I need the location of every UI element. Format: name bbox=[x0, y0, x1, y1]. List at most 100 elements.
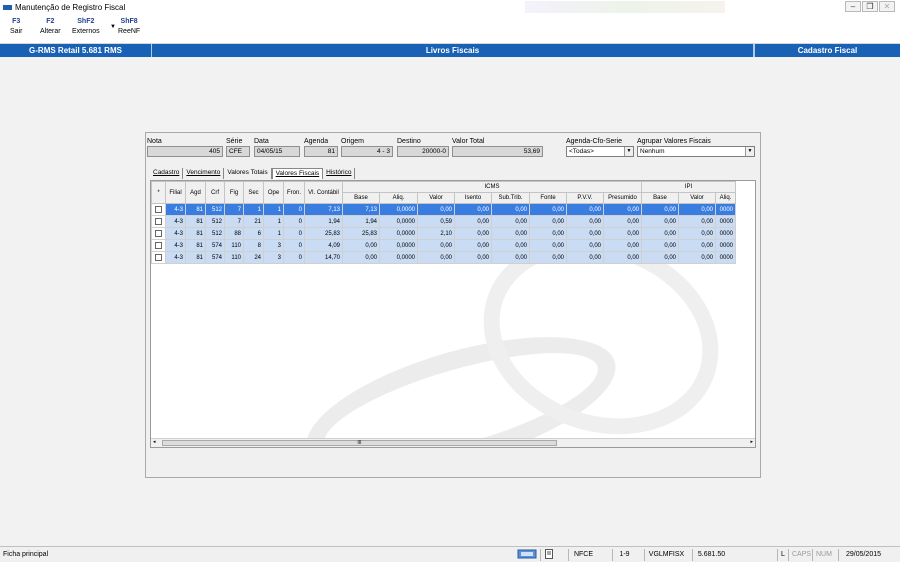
table-cell: 0,00 bbox=[491, 203, 530, 216]
col-icms-base[interactable]: Base bbox=[342, 192, 380, 204]
destino-field[interactable]: 20000-0 bbox=[397, 146, 449, 157]
col-fron[interactable]: Fron. bbox=[283, 181, 305, 204]
table-cell: 0 bbox=[283, 203, 305, 216]
checkbox[interactable] bbox=[155, 253, 162, 261]
col-icms-isento[interactable]: Isento bbox=[454, 192, 492, 204]
serie-field[interactable]: CFE bbox=[226, 146, 250, 157]
col-icms-sub-trib[interactable]: Sub.Trib. bbox=[491, 192, 530, 204]
destino-group: Destino 20000-0 bbox=[397, 137, 449, 157]
table-row[interactable]: 4-3 81 574 110 24 3 0 14,70 0,00 0,0000 0,00 0,00 0,… bbox=[151, 251, 736, 264]
agenda-cfo-select[interactable]: <Todas> ▼ bbox=[566, 146, 634, 157]
checkbox[interactable] bbox=[155, 217, 162, 225]
tab-vencimento[interactable]: Vencimento bbox=[183, 168, 225, 179]
table-row[interactable]: 4-3 81 574 110 8 3 0 4,09 0,00 0,0000 0,00 0,00 0,00… bbox=[151, 239, 736, 252]
col-icms-fonte[interactable]: Fonte bbox=[529, 192, 567, 204]
col-icms-presumido[interactable]: Presumido bbox=[603, 192, 642, 204]
table-row[interactable]: 4-3 81 512 7 1 1 0 7,13 7,13 0,0000 0,00 0,00 0,00 0,… bbox=[151, 203, 736, 216]
col-vl-contabil[interactable]: Vl. Contábil bbox=[304, 181, 343, 204]
checkbox[interactable] bbox=[155, 205, 162, 213]
col-icms-aliq[interactable]: Aliq. bbox=[379, 192, 418, 204]
row-checkbox[interactable] bbox=[151, 239, 166, 252]
tab-historico[interactable]: Histórico bbox=[323, 168, 356, 179]
col-icms-pvv[interactable]: P.V.V. bbox=[566, 192, 604, 204]
col-ope[interactable]: Ope bbox=[263, 181, 284, 204]
col-icms-valor[interactable]: Valor bbox=[417, 192, 455, 204]
scroll-left-icon[interactable]: ◂ bbox=[153, 439, 156, 445]
table-row[interactable]: 4-3 81 512 88 6 1 0 25,83 25,83 0,0000 2,10 0,00 0,0… bbox=[151, 227, 736, 240]
table-cell: 1 bbox=[263, 203, 284, 216]
checkbox[interactable] bbox=[155, 229, 162, 237]
row-checkbox[interactable] bbox=[151, 203, 166, 216]
col-select[interactable]: * bbox=[151, 181, 166, 204]
scroll-thumb[interactable]: III bbox=[162, 440, 557, 446]
origem-field[interactable]: 4 - 3 bbox=[341, 146, 393, 157]
fiscal-values-grid[interactable]: * Filial Agd Crf Fig Sec Ope Fron. Vl. C… bbox=[150, 180, 756, 448]
agenda-field[interactable]: 81 bbox=[304, 146, 338, 157]
col-agd[interactable]: Agd bbox=[185, 181, 206, 204]
horizontal-scrollbar[interactable]: ◂ III ▸ bbox=[151, 438, 755, 447]
tab-cadastro[interactable]: Cadastro bbox=[150, 168, 184, 179]
table-cell: 0,00 bbox=[529, 227, 567, 240]
origem-label: Origem bbox=[341, 138, 364, 145]
agrupar-label: Agrupar Valores Fiscais bbox=[637, 138, 711, 145]
table-cell: 0,00 bbox=[529, 251, 567, 264]
reenf-button[interactable]: ShF8 ReeNF bbox=[118, 18, 140, 35]
restore-button[interactable]: ❐ bbox=[862, 1, 878, 12]
tab-valores-fiscais[interactable]: Valores Fiscais bbox=[271, 168, 324, 179]
col-fig[interactable]: Fig bbox=[224, 181, 244, 204]
alterar-key: F2 bbox=[46, 18, 55, 25]
serie-group: Série CFE bbox=[226, 137, 250, 157]
tab-valores-totais[interactable]: Valores Totais bbox=[224, 168, 272, 179]
agrupar-group: Agrupar Valores Fiscais Nenhum ▼ bbox=[637, 137, 755, 157]
col-ipi-aliq[interactable]: Aliq. bbox=[715, 192, 736, 204]
row-checkbox[interactable] bbox=[151, 251, 166, 264]
grid-table: * Filial Agd Crf Fig Sec Ope Fron. Vl. C… bbox=[151, 181, 736, 264]
col-ipi-valor[interactable]: Valor bbox=[678, 192, 716, 204]
data-field[interactable]: 04/05/15 bbox=[254, 146, 300, 157]
data-group: Data 04/05/15 bbox=[254, 137, 300, 157]
nota-field[interactable]: 405 bbox=[147, 146, 223, 157]
col-sec[interactable]: Sec bbox=[243, 181, 264, 204]
dropdown-arrow-icon[interactable]: ▼ bbox=[110, 24, 116, 30]
sair-button[interactable]: F3 Sair bbox=[10, 18, 22, 35]
valor-total-field[interactable]: 53,69 bbox=[452, 146, 543, 157]
table-cell: 25,83 bbox=[304, 227, 343, 240]
table-cell: 0,00 bbox=[491, 251, 530, 264]
col-crf[interactable]: Crf bbox=[205, 181, 225, 204]
status-date: 29/05/2015 bbox=[838, 549, 888, 561]
tab-label: Vencimento bbox=[186, 169, 221, 176]
status-l: L bbox=[777, 549, 788, 561]
screen-title: Cadastro Fiscal bbox=[754, 44, 900, 57]
agenda-cfo-label: Agenda-Cfo-Serie bbox=[566, 138, 623, 145]
col-ipi-base[interactable]: Base bbox=[641, 192, 679, 204]
alterar-button[interactable]: F2 Alterar bbox=[40, 18, 61, 35]
table-cell: 0,00 bbox=[566, 251, 604, 264]
sair-label: Sair bbox=[10, 28, 23, 35]
chevron-down-icon[interactable]: ▼ bbox=[624, 147, 633, 156]
tab-label: Valores Totais bbox=[227, 169, 268, 176]
row-checkbox[interactable] bbox=[151, 215, 166, 228]
scroll-right-icon[interactable]: ▸ bbox=[750, 439, 753, 445]
table-row[interactable]: 4-3 81 512 7 21 1 0 1,94 1,94 0,0000 0,59 0,00 0,00 0… bbox=[151, 215, 736, 228]
minimize-button[interactable]: ‒ bbox=[845, 1, 861, 12]
row-checkbox[interactable] bbox=[151, 227, 166, 240]
table-cell: 4-3 bbox=[165, 239, 186, 252]
col-filial[interactable]: Filial bbox=[165, 181, 186, 204]
table-cell: 1,94 bbox=[304, 215, 343, 228]
close-button[interactable]: ✕ bbox=[879, 1, 895, 12]
table-cell: 0,00 bbox=[454, 227, 492, 240]
chevron-down-icon[interactable]: ▼ bbox=[745, 147, 754, 156]
table-cell: 1 bbox=[263, 227, 284, 240]
table-cell: 0,00 bbox=[454, 215, 492, 228]
table-cell: 0,00 bbox=[678, 239, 716, 252]
table-cell: 0 bbox=[283, 227, 305, 240]
agrupar-select[interactable]: Nenhum ▼ bbox=[637, 146, 755, 157]
table-cell: 0,00 bbox=[641, 239, 679, 252]
checkbox[interactable] bbox=[155, 241, 162, 249]
table-cell: 4-3 bbox=[165, 227, 186, 240]
externos-button[interactable]: ShF2 Externos ▼ bbox=[72, 18, 116, 35]
nota-label: Nota bbox=[147, 138, 162, 145]
table-cell: 0,00 bbox=[342, 251, 380, 264]
status-program: VGLMFISX bbox=[644, 549, 688, 561]
externos-key: ShF2 bbox=[77, 18, 95, 25]
